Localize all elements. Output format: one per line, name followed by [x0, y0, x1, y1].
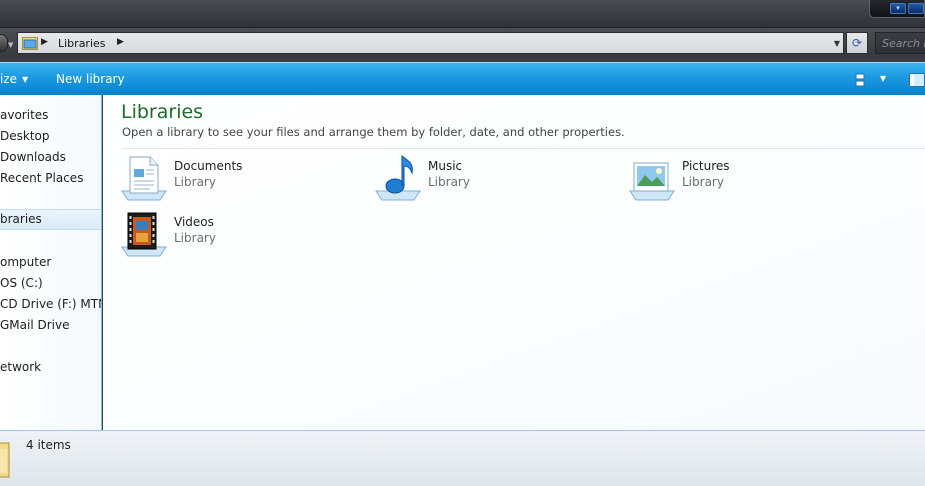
- address-row: ▼ ▶ Libraries ▶ ▼ ⟳: [0, 28, 925, 58]
- library-documents[interactable]: Documents Library: [120, 153, 350, 203]
- navigation-pane: avorites Desktop Downloads Recent Places…: [0, 95, 102, 430]
- nav-libraries[interactable]: braries: [0, 209, 101, 230]
- content-area: Libraries Open a library to see your fil…: [103, 95, 925, 430]
- recent-pages-chevron-icon[interactable]: ▼: [8, 41, 13, 49]
- nav-network[interactable]: etwork: [0, 360, 41, 374]
- nav-downloads[interactable]: Downloads: [0, 150, 66, 164]
- documents-library-icon: [121, 156, 167, 201]
- library-type: Library: [428, 175, 470, 189]
- nav-cd-drive[interactable]: CD Drive (F:) MTN F: [0, 297, 101, 311]
- preview-pane-icon[interactable]: [909, 73, 925, 87]
- search-box[interactable]: [875, 32, 925, 54]
- nav-computer[interactable]: omputer: [0, 255, 51, 269]
- breadcrumb-chevron-icon[interactable]: ▶: [41, 37, 48, 47]
- breadcrumb-libraries[interactable]: Libraries: [58, 37, 106, 50]
- nav-desktop[interactable]: Desktop: [0, 129, 50, 143]
- library-name: Videos: [174, 215, 214, 229]
- libraries-folder-icon: [22, 37, 38, 50]
- library-type: Library: [682, 175, 724, 189]
- page-subtitle: Open a library to see your files and arr…: [122, 125, 625, 139]
- music-library-icon: [375, 154, 421, 201]
- minimize-button[interactable]: ▾: [890, 3, 906, 14]
- library-type: Library: [174, 175, 216, 189]
- organize-button[interactable]: ize ▼: [0, 72, 28, 86]
- pictures-library-icon: [629, 162, 675, 201]
- window-controls: ▾: [869, 0, 925, 18]
- header-divider: [122, 148, 925, 149]
- maximize-button[interactable]: [908, 3, 924, 14]
- nav-os-c-drive[interactable]: OS (C:): [0, 276, 43, 290]
- view-options-caret-icon[interactable]: ▼: [880, 74, 886, 83]
- nav-gmail-drive[interactable]: GMail Drive: [0, 318, 69, 332]
- library-type: Library: [174, 231, 216, 245]
- nav-recent-places[interactable]: Recent Places: [0, 171, 83, 185]
- library-music[interactable]: Music Library: [374, 153, 604, 203]
- change-view-icon[interactable]: [855, 73, 865, 87]
- search-input[interactable]: [876, 33, 925, 53]
- library-name: Music: [428, 159, 463, 173]
- library-videos[interactable]: Videos Library: [120, 209, 350, 259]
- page-title: Libraries: [121, 101, 204, 123]
- status-bar: 4 items: [0, 430, 925, 486]
- breadcrumb-chevron-icon[interactable]: ▶: [117, 37, 124, 47]
- title-bar: ▾: [0, 0, 925, 28]
- library-pictures[interactable]: Pictures Library: [628, 153, 858, 203]
- library-name: Pictures: [682, 159, 730, 173]
- refresh-button[interactable]: ⟳: [846, 32, 868, 54]
- new-library-button[interactable]: New library: [56, 72, 125, 86]
- videos-library-icon: [121, 212, 167, 257]
- organize-caret-icon: ▼: [22, 75, 29, 84]
- organize-label: ize: [0, 72, 18, 86]
- nav-libraries-label: braries: [0, 212, 42, 226]
- libraries-folder-icon: [0, 442, 10, 478]
- command-bar: ize ▼ New library ▼: [0, 62, 925, 95]
- forward-button[interactable]: [0, 34, 8, 52]
- refresh-icon: ⟳: [851, 36, 863, 50]
- item-count: 4 items: [26, 438, 71, 452]
- address-dropdown-icon[interactable]: ▼: [834, 39, 840, 48]
- library-name: Documents: [174, 159, 243, 173]
- nav-favorites[interactable]: avorites: [0, 108, 48, 122]
- address-bar[interactable]: ▶ Libraries ▶ ▼: [17, 32, 844, 54]
